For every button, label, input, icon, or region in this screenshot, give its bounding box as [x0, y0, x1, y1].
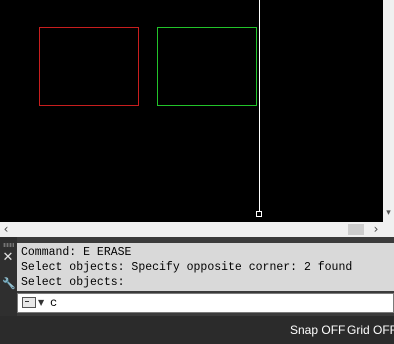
cursor-pickbox — [256, 211, 262, 217]
scroll-left-icon[interactable]: ‹ — [0, 222, 12, 237]
crosshair-vertical — [259, 0, 260, 215]
vertical-scrollbar[interactable]: ▾ — [383, 0, 394, 222]
scrollbar-thumb[interactable] — [348, 224, 364, 235]
command-history: Command: E ERASE Select objects: Specify… — [17, 243, 394, 291]
snap-toggle-button[interactable]: Snap OFF — [290, 321, 345, 339]
command-line-toolstrip: ✕ 🔧 — [0, 237, 17, 316]
close-icon[interactable]: ✕ — [2, 251, 14, 264]
grip-handle-icon[interactable] — [3, 243, 14, 247]
horizontal-scrollbar[interactable]: ‹ › — [0, 222, 394, 237]
history-line: Select objects: Specify opposite corner:… — [21, 261, 353, 274]
history-line: Select objects: — [21, 276, 125, 289]
history-line: Command: E ERASE — [21, 246, 132, 259]
command-input[interactable] — [50, 295, 350, 311]
drawing-canvas[interactable] — [0, 0, 383, 222]
status-bar: Snap OFF Grid OFF — [0, 316, 394, 344]
chevron-down-icon[interactable]: ▼ — [38, 296, 44, 310]
command-input-bar[interactable]: ▼ — [17, 293, 394, 313]
scroll-right-icon[interactable]: › — [370, 222, 382, 237]
command-line-panel: ✕ 🔧 Command: E ERASE Select objects: Spe… — [0, 237, 394, 316]
scroll-down-icon[interactable]: ▾ — [383, 208, 394, 219]
red-rectangle[interactable] — [39, 27, 139, 106]
wrench-icon[interactable]: 🔧 — [2, 278, 16, 290]
command-prompt-icon[interactable] — [22, 297, 36, 308]
grid-toggle-button[interactable]: Grid OFF — [347, 321, 394, 339]
green-rectangle[interactable] — [157, 27, 257, 106]
